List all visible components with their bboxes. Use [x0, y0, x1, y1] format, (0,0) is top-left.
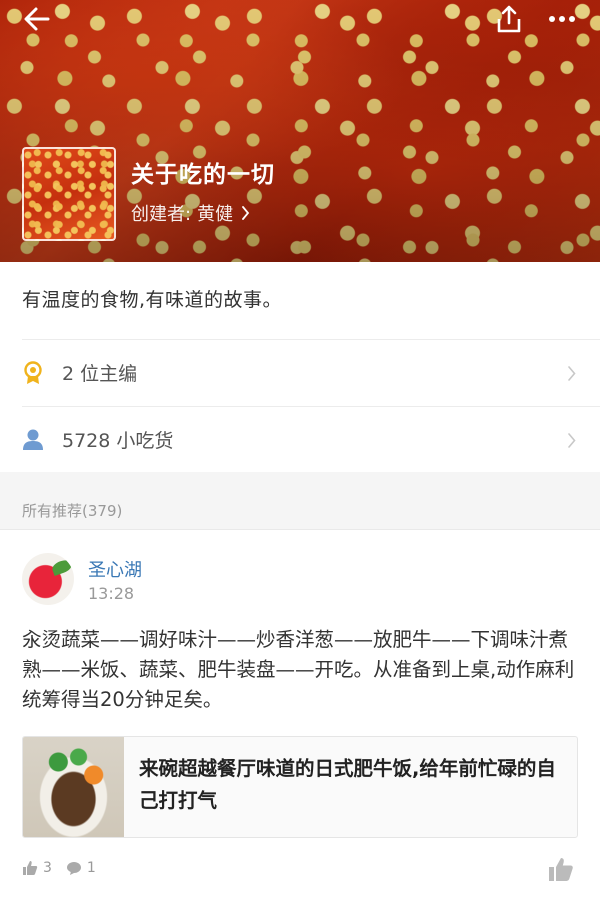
avatar-leaf-decoration: [50, 557, 74, 577]
creator-name: 黄健: [197, 204, 234, 225]
followers-count: 5728 小吃货: [62, 430, 174, 452]
article-title: 来碗超越餐厅味道的日式肥牛饭,给年前忙碌的自己打打气: [139, 757, 556, 812]
editors-count: 2 位主编: [62, 363, 138, 385]
back-arrow-icon[interactable]: [22, 4, 52, 34]
comment-count: 1: [86, 860, 96, 876]
editors-row[interactable]: 2 位主编: [22, 339, 600, 405]
creator-label: 创建者:: [131, 204, 192, 225]
share-icon[interactable]: [496, 4, 522, 34]
post-timestamp: 13:28: [88, 584, 135, 603]
creator-link[interactable]: 创建者: 黄健: [131, 200, 250, 226]
like-button-icon[interactable]: [548, 856, 574, 882]
more-options-icon[interactable]: [548, 6, 576, 32]
collection-cover-image: [22, 147, 116, 241]
section-title: 所有推荐(379): [22, 502, 123, 520]
chevron-right-icon: [568, 433, 576, 448]
post-actions: 3 1: [22, 860, 110, 876]
collection-title: 关于吃的一切: [131, 162, 275, 188]
comment-bubble-icon: [66, 862, 81, 875]
avatar[interactable]: [22, 553, 74, 605]
collection-description: 有温度的食物,有味道的故事。: [22, 289, 283, 311]
user-icon: [23, 429, 43, 450]
like-count: 3: [43, 860, 52, 876]
like-count-button[interactable]: 3: [22, 860, 52, 876]
award-badge-icon: [24, 360, 42, 384]
article-thumbnail: [23, 737, 124, 837]
followers-row[interactable]: 5728 小吃货: [22, 406, 600, 472]
thumbs-up-icon: [23, 861, 38, 875]
comment-count-button[interactable]: 1: [66, 860, 96, 876]
chevron-right-icon: [242, 206, 250, 220]
chevron-right-icon: [568, 366, 576, 381]
article-link-card[interactable]: 来碗超越餐厅味道的日式肥牛饭,给年前忙碌的自己打打气: [22, 736, 578, 838]
post-author-name[interactable]: 圣心湖: [88, 556, 142, 582]
post-body-text: 汆烫蔬菜——调好味汁——炒香洋葱——放肥牛——下调味汁煮熟——米饭、蔬菜、肥牛装…: [22, 628, 575, 711]
